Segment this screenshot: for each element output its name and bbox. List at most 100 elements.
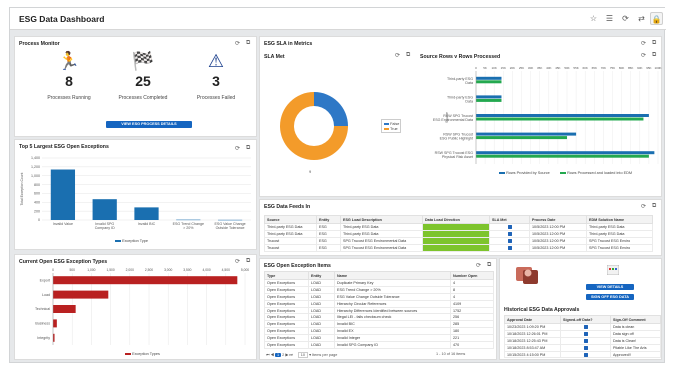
processes-running-label: Processes Running [47,95,91,101]
cell-comment: Data is Clean! [610,336,661,345]
table-row[interactable]: 10/23/2023 1:09:20 PM Data is clean [504,323,661,331]
star-icon[interactable]: ☆ [587,12,600,25]
chart-legend: Exception Types [125,352,160,356]
fallen-person-icon: ⚠ [207,51,225,71]
column-header[interactable]: Process Date [529,215,587,224]
approvals-panel: VIEW DETAILS SIGN OFF ESG DATA LOAD Hist… [499,258,662,360]
chevron-down-icon[interactable]: ▾ [309,353,311,357]
column-header[interactable]: Source [264,215,317,224]
table-header: Type Entity Name Number Open [264,271,494,280]
cell-entity: LOAD [308,285,335,294]
column-header[interactable]: Entity [316,215,341,224]
column-header[interactable]: Sign-Off Comment [610,315,661,324]
y-tick-label: ESG Public Highlight [440,137,473,141]
table-row[interactable]: 10/18/2023 12:25:43 PM Data is Clean! [504,336,661,345]
x-tick-label: 95K [646,66,651,70]
y-tick-label: Technical [35,307,50,311]
x-tick-label: 20K [510,66,515,70]
cell-entity: LOAD [308,306,335,315]
lock-icon[interactable]: 🔒 [650,12,663,25]
top-exceptions-chart: 0 200 400 600 800 1,000 1,200 1,400 Total Except… [20,156,251,230]
cell-count: 256 [450,313,494,322]
open-exception-types-panel: Current Open ESG Exception Types ⟳ ⧉ 0 50… [14,254,257,360]
open-exception-types-chart: 0 500 1,000 1,500 2,000 2,500 3,000 3,500 4,000 4… [35,268,249,345]
checkbox-icon [507,238,512,243]
page-button-1[interactable]: 1 [274,353,282,357]
table-row[interactable]: Open Exceptions LOAD Invalid Integer 221 [264,334,494,343]
table-row[interactable]: Open Exceptions LOAD Invalid SPG Company I… [264,341,494,349]
expand-icon[interactable]: ⧉ [652,203,656,210]
refresh-icon[interactable]: ⟳ [619,12,632,25]
sync-icon[interactable]: ⇄ [635,12,648,25]
table-row[interactable]: Open Exceptions LOAD Illegal LEI - fails c… [264,313,494,322]
open-items-table: Type Entity Name Number Open Open Except… [264,271,494,349]
cell-type: Open Exceptions [264,279,309,287]
refresh-icon[interactable]: ⟳ [641,203,646,210]
y-tick-label: Data [465,99,473,103]
table-row[interactable]: Open Exceptions LOAD Hierarchy Circular Re… [264,299,494,308]
x-tick-label: 50K [564,66,569,70]
sign-off-button[interactable]: SIGN OFF ESG DATA LOAD [586,294,634,305]
page-size-select[interactable]: 10 [297,352,309,358]
column-header[interactable]: Entity [308,271,335,280]
page-button-2[interactable]: 2 [282,353,284,357]
cell-entity: LOAD [308,313,335,322]
table-row[interactable]: 10/18/2023 8:53:47 AM Pliable Like The Ar… [504,343,661,352]
column-header[interactable]: Number Open [450,271,494,280]
cell-count: 180 [450,327,494,336]
y-tick-label: 1,000 [31,174,40,178]
table-header: Approval Date Signed-off Data? Sign-Off … [504,315,661,324]
table-row[interactable]: Open Exceptions LOAD Invalid EX 180 [264,327,494,336]
load-direction-cell [422,229,490,238]
column-header[interactable]: EDM Solution Name [586,215,653,224]
last-page-icon[interactable]: ⏭ [289,353,292,357]
table-row[interactable]: Third-party ESG Data ESG Third-party ESG D… [264,229,653,238]
table-row[interactable]: Open Exceptions LOAD Hierarchy Differences… [264,306,494,315]
next-page-icon[interactable]: ▶ [285,353,288,357]
column-header[interactable]: Name [334,271,451,280]
table-row[interactable]: Third-party ESG Data ESG Third-party ESG D… [264,223,653,231]
first-page-icon[interactable]: ⏮ [266,353,269,357]
view-details-button[interactable]: VIEW DETAILS [586,284,634,290]
list-icon[interactable]: ☰ [603,12,616,25]
column-header[interactable]: Signed-off Data? [560,315,611,324]
column-header[interactable]: Data Load Direction [422,215,490,224]
document-stamp-icon [514,264,540,286]
x-tick-label: > 20% [183,226,194,230]
table-row[interactable]: Trucost ESG SPG Trucost ESG Environmental … [264,243,653,252]
bar-legend-2: Rows Processed and loaded into EDM [560,171,632,175]
table-row[interactable]: Open Exceptions LOAD Invalid BIC 285 [264,320,494,329]
cell-count: 4 [450,279,494,287]
column-header[interactable]: Type [264,271,309,280]
column-header[interactable]: Approval Date [504,315,561,324]
x-tick-label: 0 [475,66,477,70]
column-header[interactable]: ESG Load Description [340,215,423,224]
cell-name: Illegal LEI - fails checksum check [334,313,451,322]
refresh-icon[interactable]: ⟳ [476,262,481,269]
cell-name: Invalid BIC [334,320,451,329]
table-row[interactable]: Open Exceptions LOAD Duplicate Primary Key… [264,279,494,287]
cell-name: Hierarchy Circular References [334,299,451,308]
table-row[interactable]: Trucost ESG SPG Trucost ESG Environmental … [264,236,653,245]
prev-page-icon[interactable]: ◀ [270,353,273,357]
cell-type: Open Exceptions [264,306,309,315]
bar [176,219,201,221]
x-tick-label: 3,500 [183,268,191,272]
view-process-details-button[interactable]: VIEW ESG PROCESS DETAILS [106,121,192,128]
table-row[interactable]: Open Exceptions LOAD ESG Trend Change > 20… [264,285,494,294]
y-tick-label: Physical Risk Asset [442,155,473,159]
cell-date: 10/18/2023 8:53:47 AM [504,343,561,352]
refresh-icon[interactable]: ⟳ [235,40,240,47]
expand-icon[interactable]: ⧉ [246,40,250,47]
expand-icon[interactable]: ⧉ [487,262,491,269]
bar [476,154,649,158]
x-tick-label: 40K [546,66,551,70]
checkbox-icon [507,231,512,236]
table-row[interactable]: Open Exceptions LOAD ESG Value Change Outs… [264,292,494,301]
column-header[interactable]: SLA Met [489,215,530,224]
table-row[interactable]: 10/15/2023 4:15:00 PM Approved!! [504,350,661,359]
table-row[interactable]: 10/18/2023 12:26:01 PM Data sign off [504,329,661,338]
bar [53,290,109,299]
checkbox-icon [507,224,512,229]
cell-type: Open Exceptions [264,313,309,322]
